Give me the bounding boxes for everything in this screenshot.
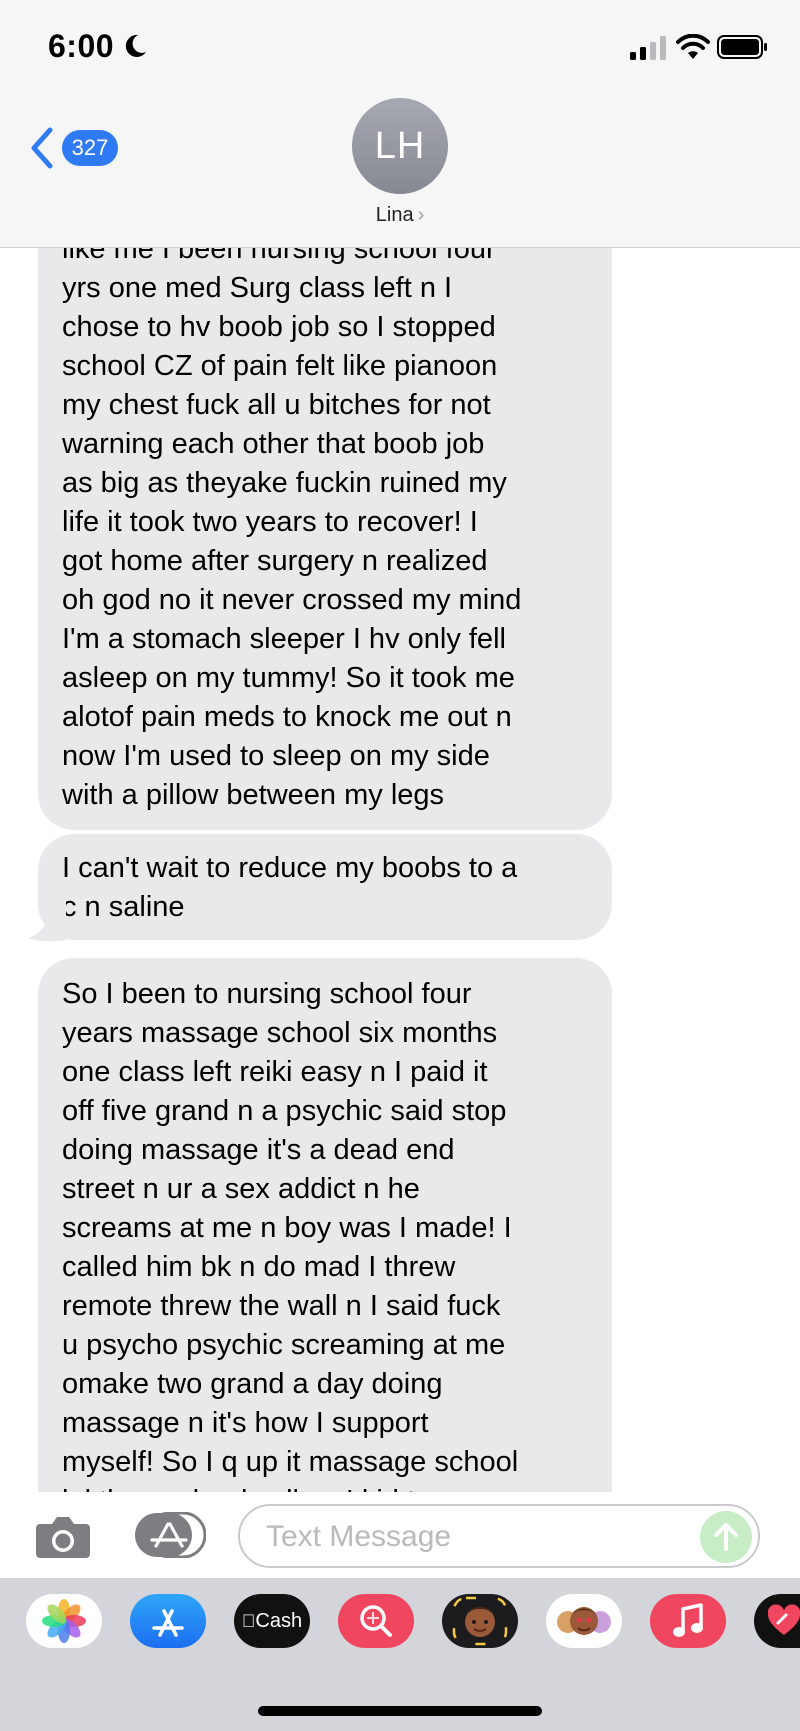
battery-icon	[717, 35, 767, 59]
app-store-drawer-icon[interactable]	[134, 1512, 206, 1558]
message-list[interactable]: like me I been nursing school four yrs o…	[0, 0, 800, 1731]
do-not-disturb-moon-icon	[125, 34, 146, 57]
send-button[interactable]	[700, 1511, 752, 1563]
conversation-header: 6:00 327 LH Lina ›	[0, 0, 800, 248]
chevron-right-icon: ›	[417, 204, 425, 226]
app-store-icon[interactable]	[130, 1594, 206, 1648]
message-bubble-incoming[interactable]: I can't wait to reduce my boobs to a c n…	[38, 834, 612, 940]
cash-label: Cash	[248, 1609, 302, 1632]
memoji-icon[interactable]	[442, 1594, 518, 1648]
chevron-left-icon	[31, 127, 53, 169]
back-button[interactable]: 327	[30, 126, 130, 170]
cellular-signal-icon	[630, 36, 666, 60]
unread-count-badge: 327	[62, 130, 118, 166]
image-search-icon[interactable]	[338, 1594, 414, 1648]
message-bubble-incoming[interactable]: like me I been nursing school four yrs o…	[38, 196, 612, 830]
wifi-icon	[676, 34, 710, 59]
apple-cash-icon[interactable]: Cash	[234, 1594, 310, 1648]
status-time: 6:00	[48, 28, 115, 64]
home-indicator[interactable]	[258, 1706, 542, 1716]
apple-logo-icon: 	[242, 1611, 256, 1632]
arrow-up-icon	[714, 1523, 738, 1551]
compose-bar	[0, 1492, 800, 1578]
photos-app-icon[interactable]	[26, 1594, 102, 1648]
bubble-tail	[28, 900, 66, 942]
contact-name-button[interactable]: Lina ›	[0, 204, 800, 227]
digital-touch-icon[interactable]	[754, 1594, 800, 1648]
memoji-stickers-icon[interactable]	[546, 1594, 622, 1648]
camera-icon[interactable]	[34, 1512, 92, 1560]
message-text: like me I been nursing school four yrs o…	[62, 233, 522, 811]
message-text: So I been to nursing school four years m…	[62, 978, 519, 1517]
contact-name: Lina	[375, 204, 414, 226]
music-icon[interactable]	[650, 1594, 726, 1648]
message-input-field[interactable]	[238, 1504, 760, 1568]
contact-avatar[interactable]: LH	[352, 98, 448, 194]
message-input[interactable]	[264, 1506, 688, 1568]
message-text: I can't wait to reduce my boobs to a c n…	[62, 852, 518, 923]
